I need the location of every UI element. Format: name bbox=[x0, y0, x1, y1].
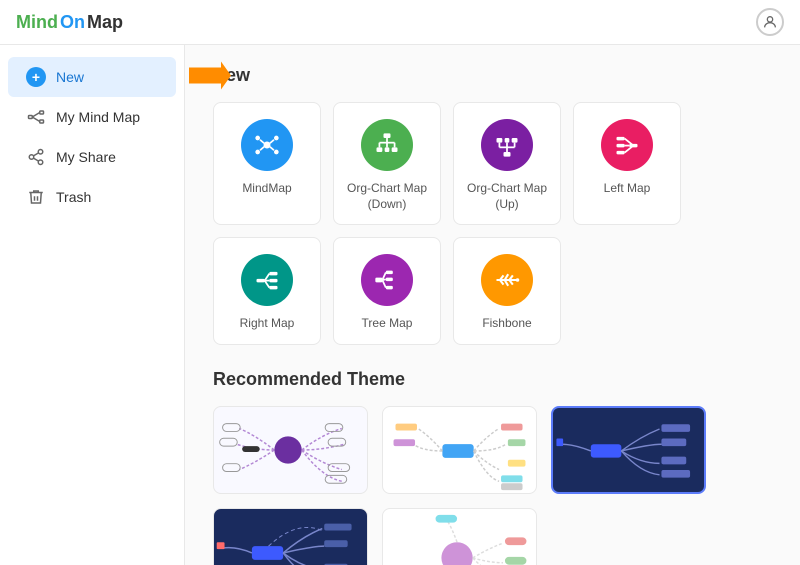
tree-map-label: Tree Map bbox=[362, 316, 413, 332]
mindmap-label: MindMap bbox=[242, 181, 291, 197]
main-layout: + New My Mind Map bbox=[0, 45, 800, 565]
share-icon bbox=[26, 147, 46, 167]
sidebar-item-my-share[interactable]: My Share bbox=[8, 137, 176, 177]
sidebar-item-my-mind-map[interactable]: My Mind Map bbox=[8, 97, 176, 137]
right-map-icon bbox=[241, 254, 293, 306]
sidebar-item-my-mind-map-label: My Mind Map bbox=[56, 109, 140, 125]
theme-card-4[interactable] bbox=[213, 508, 368, 565]
theme-card-3[interactable] bbox=[551, 406, 706, 494]
mindmap-circle-icon bbox=[241, 119, 293, 171]
map-card-tree-map[interactable]: Tree Map bbox=[333, 237, 441, 345]
sidebar: + New My Mind Map bbox=[0, 45, 185, 565]
logo-mind: Mind bbox=[16, 12, 58, 33]
new-plus-icon: + bbox=[26, 67, 46, 87]
sidebar-item-my-share-label: My Share bbox=[56, 149, 116, 165]
left-map-icon bbox=[601, 119, 653, 171]
logo-on: On bbox=[60, 12, 85, 33]
map-card-mindmap[interactable]: MindMap bbox=[213, 102, 321, 225]
map-card-org-chart-up[interactable]: Org-Chart Map (Up) bbox=[453, 102, 561, 225]
theme-card-2[interactable] bbox=[382, 406, 537, 494]
header: MindOnMap bbox=[0, 0, 800, 45]
content-area: New MindMap bbox=[185, 45, 800, 565]
sidebar-item-trash-label: Trash bbox=[56, 189, 91, 205]
theme-card-5[interactable] bbox=[382, 508, 537, 565]
org-chart-down-label: Org-Chart Map(Down) bbox=[347, 181, 427, 212]
logo-map-text: Map bbox=[87, 12, 123, 33]
theme-card-1[interactable] bbox=[213, 406, 368, 494]
tree-map-icon bbox=[361, 254, 413, 306]
map-card-left-map[interactable]: Left Map bbox=[573, 102, 681, 225]
org-chart-up-label: Org-Chart Map (Up) bbox=[462, 181, 552, 212]
user-account-icon[interactable] bbox=[756, 8, 784, 36]
right-map-label: Right Map bbox=[240, 316, 295, 332]
mindmap-icon bbox=[26, 107, 46, 127]
theme-grid bbox=[213, 406, 772, 565]
arrow-indicator bbox=[181, 62, 231, 93]
recommended-theme-title: Recommended Theme bbox=[213, 369, 772, 390]
new-section-title: New bbox=[213, 65, 772, 86]
sidebar-item-new-label: New bbox=[56, 69, 84, 85]
sidebar-item-trash[interactable]: Trash bbox=[8, 177, 176, 217]
map-card-fishbone[interactable]: Fishbone bbox=[453, 237, 561, 345]
fishbone-icon bbox=[481, 254, 533, 306]
sidebar-item-new[interactable]: + New bbox=[8, 57, 176, 97]
map-type-grid: MindMap Org-C bbox=[213, 102, 772, 345]
org-chart-down-icon bbox=[361, 119, 413, 171]
left-map-label: Left Map bbox=[604, 181, 651, 197]
trash-icon bbox=[26, 187, 46, 207]
logo: MindOnMap bbox=[16, 12, 123, 33]
fishbone-label: Fishbone bbox=[482, 316, 531, 332]
map-card-org-chart-down[interactable]: Org-Chart Map(Down) bbox=[333, 102, 441, 225]
org-chart-up-icon bbox=[481, 119, 533, 171]
map-card-right-map[interactable]: Right Map bbox=[213, 237, 321, 345]
